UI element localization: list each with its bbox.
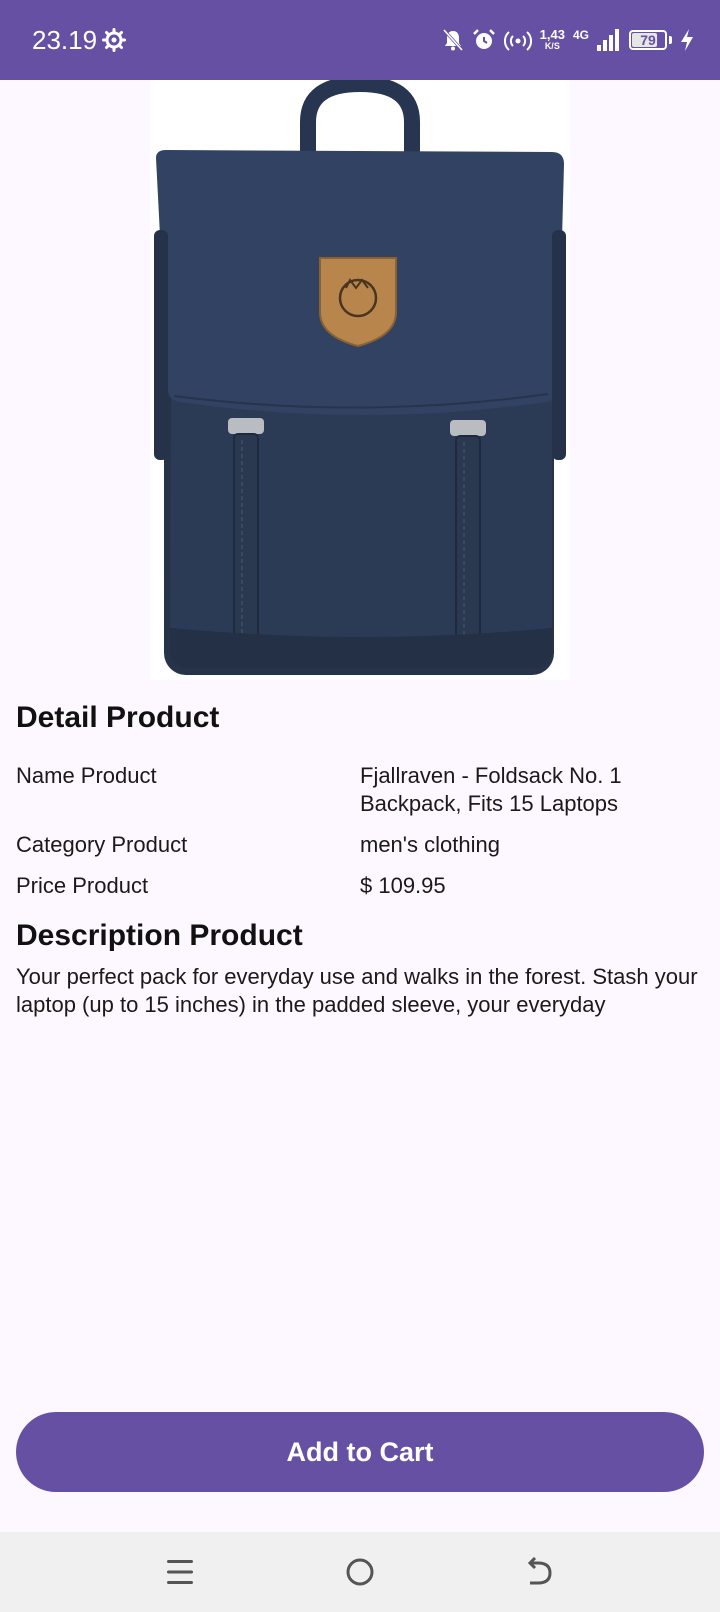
product-image <box>150 75 570 680</box>
back-button[interactable] <box>520 1552 560 1592</box>
detail-product-title: Detail Product <box>16 701 220 734</box>
menu-button[interactable] <box>160 1552 200 1592</box>
hotspot-icon <box>503 31 532 51</box>
charging-icon <box>681 29 693 51</box>
notifications-off-icon <box>442 28 463 52</box>
status-indicators: 1,43 K/S 4G 79 <box>442 24 694 56</box>
network-speed-value: 1,43 <box>539 27 565 42</box>
home-button[interactable] <box>340 1552 380 1592</box>
network-type: 4G <box>572 28 589 42</box>
product-price: $ 109.95 <box>360 873 446 898</box>
detail-label: Category Product <box>16 832 188 857</box>
detail-label: Name Product <box>16 763 157 788</box>
signal-icon <box>597 29 619 51</box>
status-time: 23.19 <box>32 25 98 55</box>
gear-icon <box>102 28 126 52</box>
product-category: men's clothing <box>360 832 500 857</box>
product-name: Fjallraven - Foldsack No. 1 Backpack, Fi… <box>360 763 622 816</box>
detail-row-name: Name Product Fjallraven - Foldsack No. 1… <box>16 762 706 818</box>
detail-label: Price Product <box>16 873 149 898</box>
status-bar: 23.19 1,43 K/S 4G 79 <box>0 0 720 80</box>
back-icon <box>527 1557 552 1585</box>
product-description: Your perfect pack for everyday use and w… <box>16 964 698 1017</box>
battery-cap <box>669 36 672 44</box>
battery-icon: 79 <box>629 30 667 50</box>
alarm-icon <box>472 29 495 49</box>
add-to-cart-button[interactable]: Add to Cart <box>16 1412 704 1492</box>
network-speed-unit: K/S <box>544 41 560 51</box>
battery-level: 79 <box>640 32 656 48</box>
menu-icon <box>167 1560 193 1584</box>
backpack-image <box>154 75 566 675</box>
navigation-bar <box>0 1532 720 1612</box>
detail-row-price: Price Product $ 109.95 <box>16 872 706 900</box>
network-speed: 1,43 K/S <box>539 27 565 51</box>
home-icon <box>346 1558 374 1586</box>
description-product-title: Description Product <box>16 919 303 952</box>
detail-row-category: Category Product men's clothing <box>16 831 706 859</box>
